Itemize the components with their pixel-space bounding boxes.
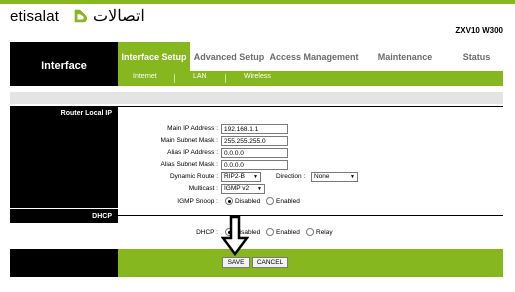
alias-subnet-mask-label: Alias Subnet Mask : [160,161,218,168]
multicast-value: IGMP v2 [224,185,250,192]
dropdown-arrow-icon: ▼ [257,186,262,192]
subtab-wireless[interactable]: Wireless [244,73,271,80]
dhcp-label: DHCP : [196,229,218,236]
alias-ip-input[interactable] [221,148,288,158]
footer-sidebar-block [10,249,118,277]
section-heading-dhcp: DHCP [10,209,118,223]
subnav-divider [174,74,175,83]
sub-nav: Internet LAN Wireless [118,71,503,86]
igmp-snoop-enabled-radio[interactable] [266,197,274,205]
igmp-snoop-disabled-label: Disabled [235,198,261,205]
tab-maintenance[interactable]: Maintenance [360,42,450,71]
dynamic-route-label: Dynamic Route : [169,173,218,180]
subnav-divider [225,74,226,83]
dhcp-relay-label: Relay [316,229,333,236]
nav-section-title: Interface [10,42,118,86]
main-subnet-mask-input[interactable] [221,136,288,146]
dhcp-enabled-label: Enabled [276,229,300,236]
main-ip-input[interactable] [221,124,288,134]
alias-ip-label: Alias IP Address : [167,149,218,156]
igmp-snoop-disabled-radio[interactable] [225,197,233,205]
multicast-select[interactable]: IGMP v2 ▼ [221,184,265,194]
tab-access-management[interactable]: Access Management [268,42,360,71]
cancel-button[interactable]: CANCEL [252,257,288,268]
section-sidebar-fill [10,120,118,208]
dhcp-enabled-radio[interactable] [266,228,274,236]
brand-logo-arabic: اتصالات [93,8,145,25]
device-model: ZXV10 W300 [455,26,503,35]
subtab-internet[interactable]: Internet [133,73,157,80]
dynamic-route-select[interactable]: RIP2-B ▼ [221,172,261,182]
direction-value: None [314,173,330,180]
multicast-label: Multicast : [188,185,218,192]
down-arrow-icon [221,216,249,256]
direction-select[interactable]: None ▼ [311,172,358,182]
dropdown-arrow-icon: ▼ [253,174,258,180]
tab-interface-setup[interactable]: Interface Setup [118,42,190,71]
content-top-band [10,92,503,104]
section-divider [118,215,503,216]
dropdown-arrow-icon: ▼ [350,174,355,180]
etisalat-swirl-icon [74,9,88,23]
tab-status[interactable]: Status [450,42,503,71]
tab-advanced-setup[interactable]: Advanced Setup [190,42,268,71]
alias-subnet-mask-input[interactable] [221,160,288,170]
main-nav: Interface Setup Advanced Setup Access Ma… [118,42,503,71]
igmp-snoop-label: IGMP Snoop : [177,198,218,205]
save-button[interactable]: SAVE [222,257,250,268]
dynamic-route-value: RIP2-B [224,173,245,180]
main-subnet-mask-label: Main Subnet Mask : [160,137,218,144]
section-heading-router-local-ip: Router Local IP [10,106,118,120]
top-accent-bar [0,0,515,4]
main-ip-label: Main IP Address : [167,125,218,132]
brand-logo-text: etisalat [10,8,60,25]
subtab-lan[interactable]: LAN [193,73,207,80]
dhcp-relay-radio[interactable] [306,228,314,236]
section-divider [118,106,503,107]
direction-label: Direction : [276,173,306,180]
igmp-snoop-enabled-label: Enabled [276,198,300,205]
